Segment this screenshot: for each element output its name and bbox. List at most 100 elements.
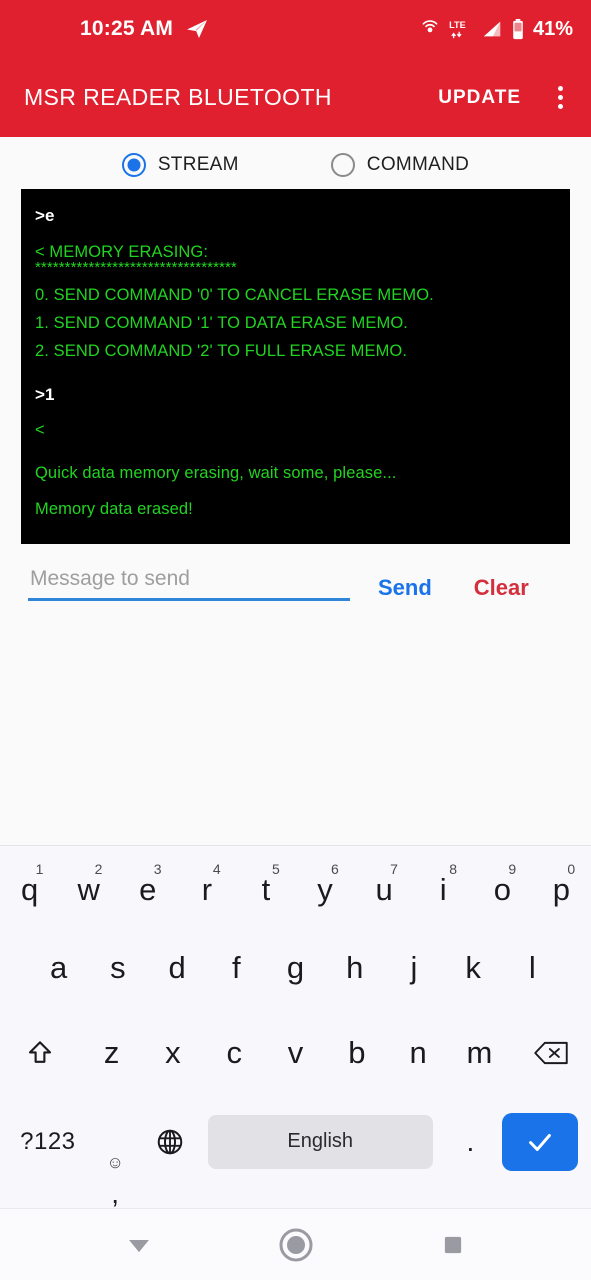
key-o[interactable]: 9o xyxy=(473,853,532,925)
key-t-number: 5 xyxy=(271,861,280,877)
phone-screen: 10:25 AM LTE 41% MSR READER BLUETOOTH UP… xyxy=(0,0,591,1280)
globe-language-icon[interactable] xyxy=(143,1127,198,1157)
keyboard-row-1: 1q 2w 3e 4r 5t 6y 7u 8i 9o 0p xyxy=(0,853,591,925)
key-y-number: 6 xyxy=(331,861,339,877)
key-w-number: 2 xyxy=(94,861,103,877)
key-i-label: i xyxy=(439,871,447,907)
message-input-wrapper xyxy=(28,567,350,609)
key-b[interactable]: b xyxy=(326,1010,387,1095)
key-q-number: 1 xyxy=(35,861,44,877)
key-u-number: 7 xyxy=(390,861,398,877)
terminal-line: 1. SEND COMMAND '1' TO DATA ERASE MEMO. xyxy=(35,313,408,332)
key-c[interactable]: c xyxy=(204,1010,265,1095)
key-f[interactable]: f xyxy=(207,925,266,1010)
key-p-label: p xyxy=(552,871,571,907)
key-period[interactable]: . xyxy=(443,1126,498,1158)
key-o-label: o xyxy=(493,871,511,907)
key-n[interactable]: n xyxy=(387,1010,448,1095)
content-filler xyxy=(0,623,591,845)
key-y[interactable]: 6y xyxy=(296,853,355,925)
key-s[interactable]: s xyxy=(88,925,147,1010)
backspace-icon[interactable] xyxy=(510,1010,591,1095)
radio-stream[interactable]: STREAM xyxy=(121,153,239,177)
send-button[interactable]: Send xyxy=(378,575,432,601)
status-bar-right: LTE 41% xyxy=(419,18,573,41)
terminal-spacer xyxy=(35,403,556,422)
lte-network-icon: LTE xyxy=(448,18,474,40)
key-v[interactable]: v xyxy=(265,1010,326,1095)
key-y-label: y xyxy=(317,871,333,907)
radio-stream-label: STREAM xyxy=(157,154,239,175)
key-g[interactable]: g xyxy=(266,925,325,1010)
android-navigation-bar xyxy=(0,1208,591,1280)
kebab-menu-icon[interactable] xyxy=(545,80,575,116)
terminal-console[interactable]: >e < MEMORY ERASING: *******************… xyxy=(21,189,570,544)
spacebar-language-label: English xyxy=(207,1114,433,1169)
app-bar-actions: UPDATE xyxy=(432,79,575,117)
radio-command[interactable]: COMMAND xyxy=(330,153,470,177)
key-o-number: 9 xyxy=(508,861,517,877)
terminal-line: Memory data erased! xyxy=(35,500,193,519)
search-input message-input[interactable] xyxy=(28,567,350,598)
recents-square-icon[interactable] xyxy=(425,1217,481,1273)
message-send-row: Send Clear xyxy=(0,553,591,623)
key-k[interactable]: k xyxy=(444,925,503,1010)
smiley-face-icon[interactable]: ☺ xyxy=(106,1153,123,1173)
home-circle-icon[interactable] xyxy=(268,1217,324,1273)
down-triangle-back-icon[interactable] xyxy=(111,1217,167,1273)
key-t-label: t xyxy=(261,871,271,907)
battery-icon xyxy=(510,18,526,41)
key-p[interactable]: 0p xyxy=(532,853,591,925)
key-r-number: 4 xyxy=(212,861,221,877)
key-r[interactable]: 4r xyxy=(177,853,236,925)
key-z[interactable]: z xyxy=(81,1010,142,1095)
key-m[interactable]: m xyxy=(449,1010,510,1095)
mode-selector: STREAM COMMAND xyxy=(0,137,591,189)
terminal-line: ********************************** xyxy=(35,259,237,277)
terminal-line: < xyxy=(35,421,45,440)
terminal-spacer xyxy=(35,482,556,501)
shift-arrow-icon[interactable] xyxy=(0,1010,81,1095)
enter-key[interactable] xyxy=(498,1112,583,1171)
key-u-label: u xyxy=(375,871,393,907)
key-t[interactable]: 5t xyxy=(236,853,295,925)
on-screen-keyboard: 1q 2w 3e 4r 5t 6y 7u 8i 9o 0p a s d f g … xyxy=(0,845,591,1209)
status-bar-clock: 10:25 AM xyxy=(80,17,174,40)
keyboard-row-2: a s d f g h j k l xyxy=(0,925,591,1010)
key-e-label: e xyxy=(139,871,157,907)
spacebar-key[interactable]: English xyxy=(207,1114,433,1169)
terminal-spacer xyxy=(35,439,556,465)
clear-button[interactable]: Clear xyxy=(474,575,529,601)
key-r-label: r xyxy=(201,871,213,907)
key-d[interactable]: d xyxy=(147,925,206,1010)
radio-command-indicator[interactable] xyxy=(330,153,355,177)
update-button[interactable]: UPDATE xyxy=(432,79,527,117)
terminal-wrapper: >e < MEMORY ERASING: *******************… xyxy=(0,189,591,553)
key-l[interactable]: l xyxy=(503,925,562,1010)
key-p-number: 0 xyxy=(567,861,576,877)
key-i[interactable]: 8i xyxy=(414,853,473,925)
terminal-line: >1 xyxy=(35,384,55,404)
battery-percent-label: 41% xyxy=(532,17,573,40)
key-h[interactable]: h xyxy=(325,925,384,1010)
key-a[interactable]: a xyxy=(29,925,88,1010)
keyboard-row-4: ?123 ☺ , English . xyxy=(0,1095,591,1209)
key-j[interactable]: j xyxy=(384,925,443,1010)
svg-text:LTE: LTE xyxy=(449,20,466,30)
terminal-spacer xyxy=(35,360,556,386)
key-w[interactable]: 2w xyxy=(59,853,118,925)
key-x[interactable]: x xyxy=(142,1010,203,1095)
signal-bars-icon xyxy=(481,18,503,40)
key-e[interactable]: 3e xyxy=(118,853,177,925)
status-bar: 10:25 AM LTE 41% xyxy=(0,0,591,58)
symbols-key[interactable]: ?123 xyxy=(8,1128,88,1156)
key-q[interactable]: 1q xyxy=(0,853,59,925)
checkmark-icon[interactable] xyxy=(502,1112,579,1171)
telegram-paper-plane-icon xyxy=(185,17,209,41)
terminal-spacer xyxy=(35,225,556,244)
radio-command-label: COMMAND xyxy=(366,154,470,175)
key-u[interactable]: 7u xyxy=(355,853,414,925)
terminal-line: Quick data memory erasing, wait some, pl… xyxy=(35,464,397,483)
radio-stream-indicator[interactable] xyxy=(121,153,146,177)
app-bar: MSR READER BLUETOOTH UPDATE xyxy=(0,58,591,137)
